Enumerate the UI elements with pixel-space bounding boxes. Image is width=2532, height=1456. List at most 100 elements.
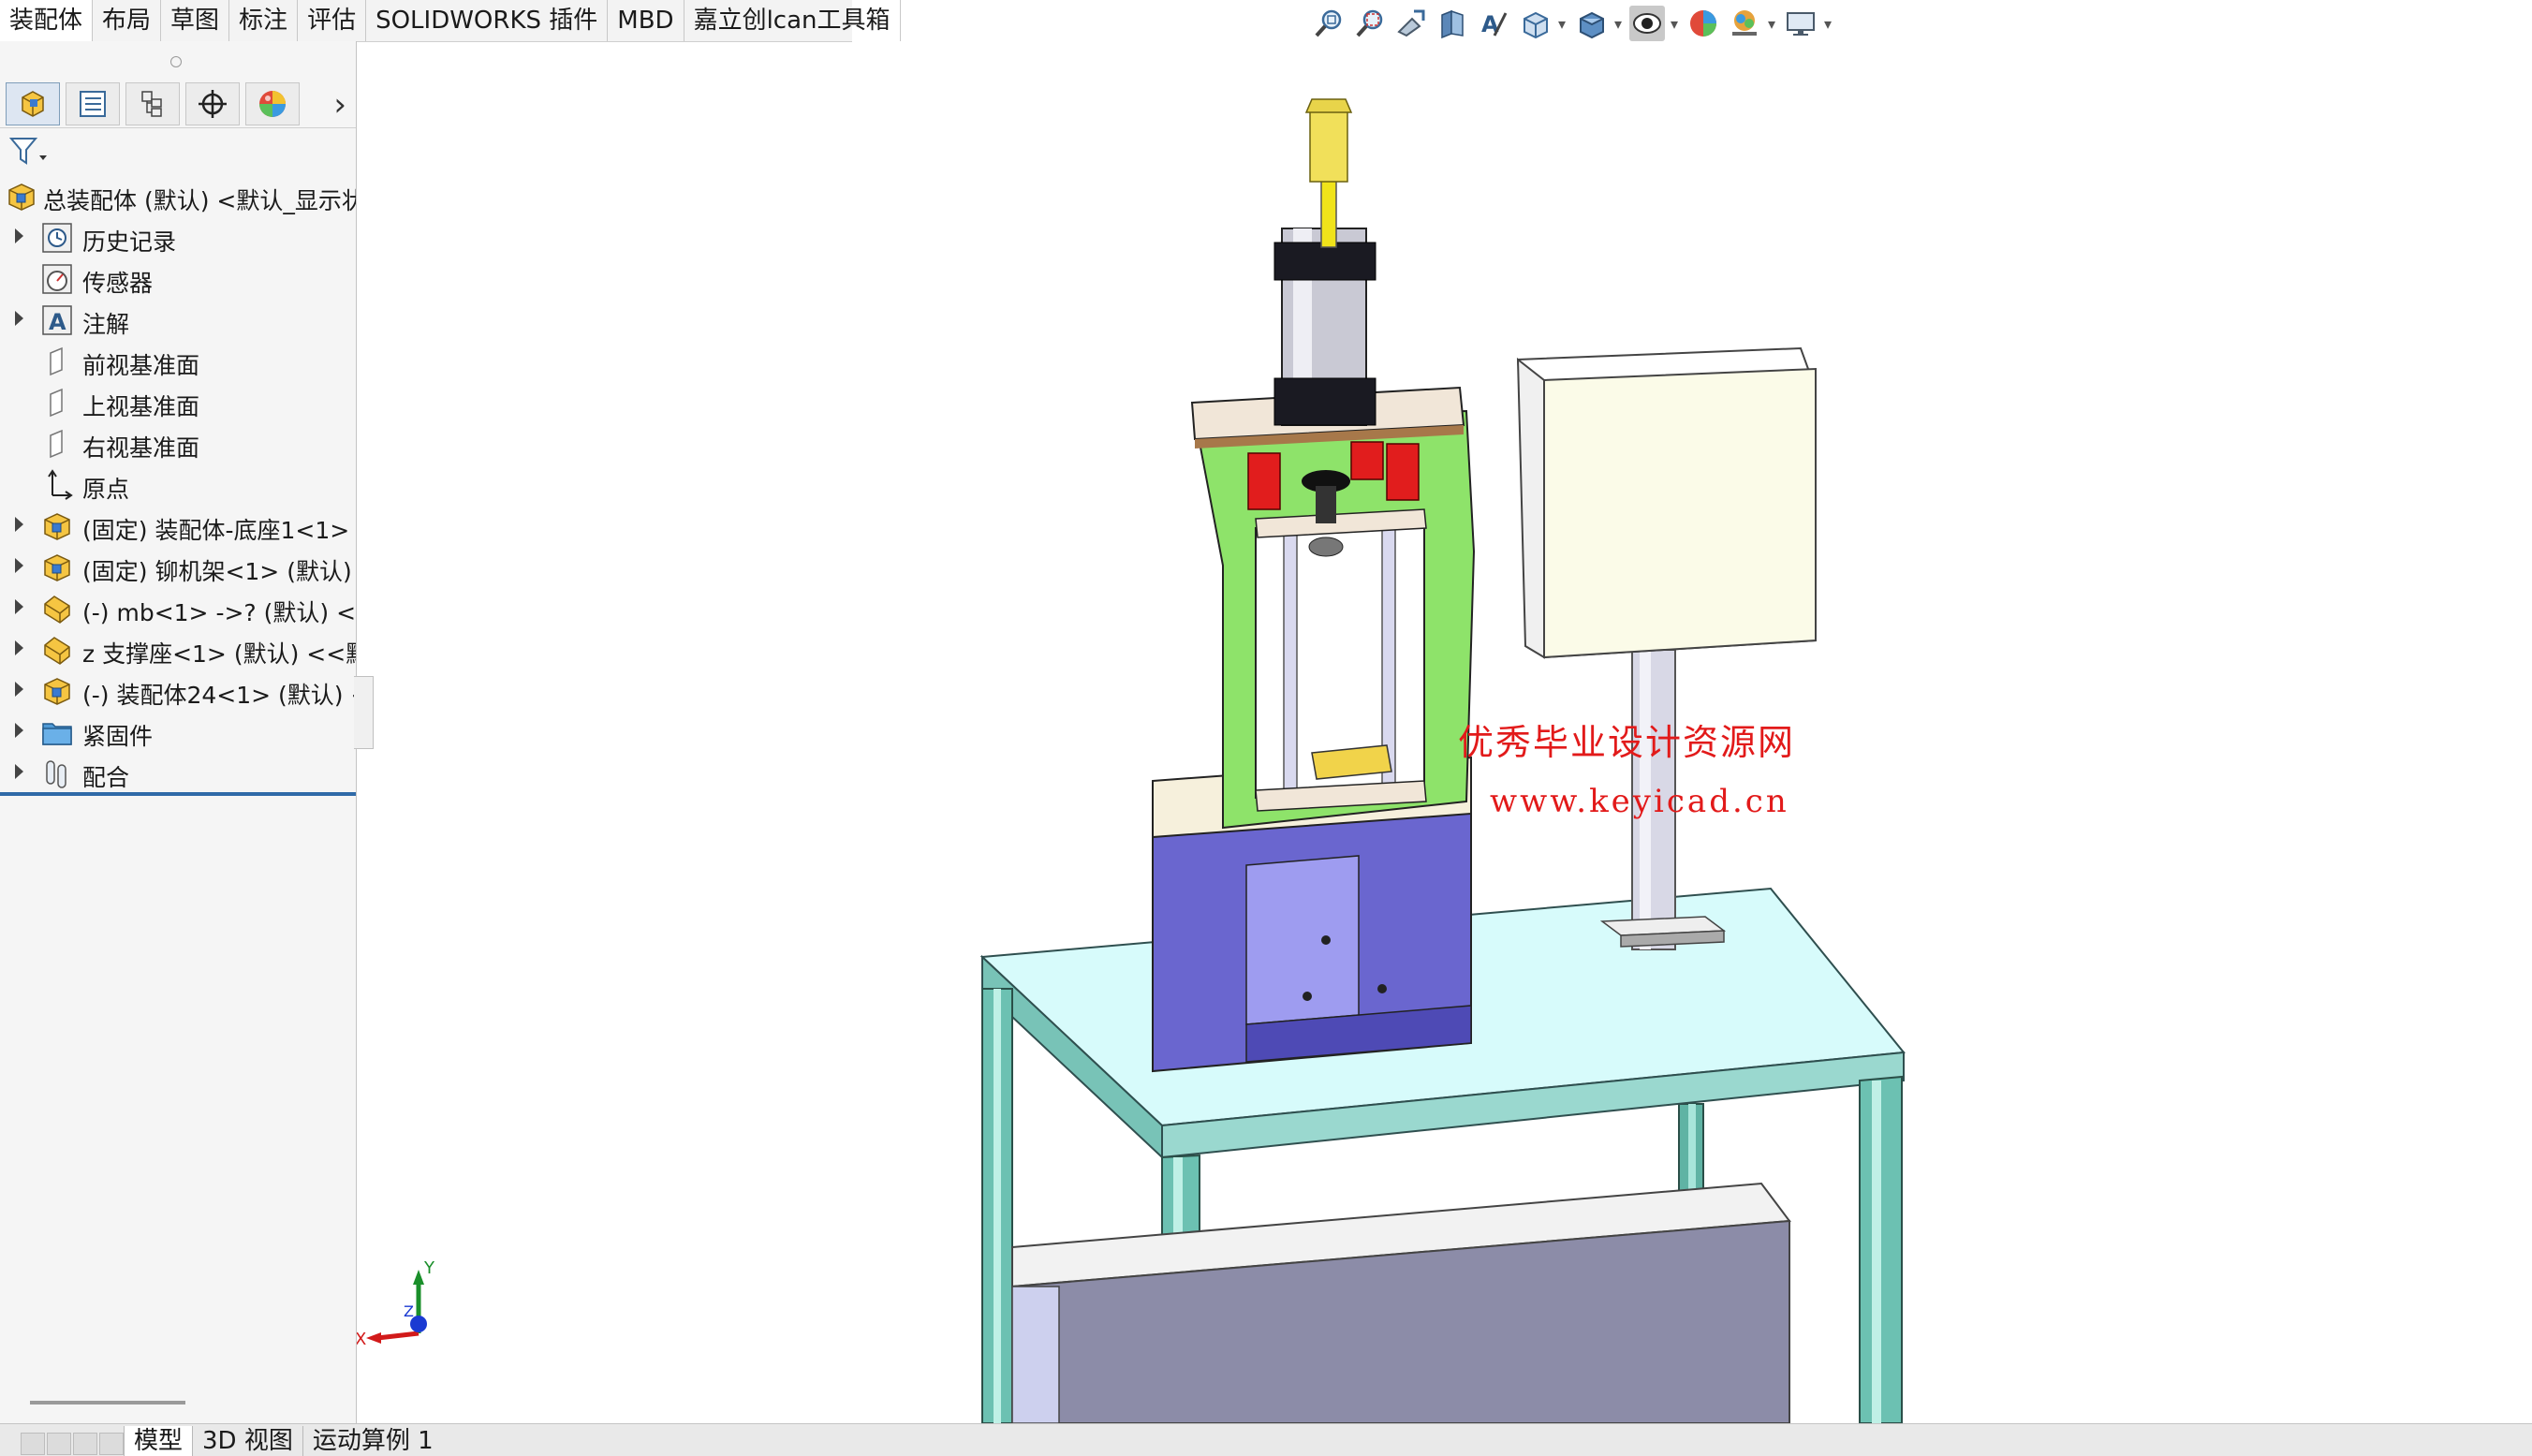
tab-model[interactable]: 模型 [124,1426,193,1456]
lower-cabinet [1011,1182,1791,1423]
view-settings-dropdown-icon[interactable]: ▾ [1824,15,1833,33]
last-tab-arrow-icon[interactable] [99,1433,124,1455]
tab-solidworks-addins[interactable]: SOLIDWORKS 插件 [366,0,609,41]
view-orientation-icon[interactable] [1517,6,1553,41]
tree-item-label: 原点 [82,476,130,503]
tree-item-rivet-frame[interactable]: (固定) 铆机架<1> (默认) <<默认>_显示状态 1> [0,547,356,588]
annotation-icon: A [41,304,75,336]
zoom-to-area-icon[interactable] [1352,6,1388,41]
tab-jlc-toolbox[interactable]: 嘉立创lcan工具箱 [685,0,901,41]
expand-arrow-icon[interactable] [15,228,23,243]
tree-item-right-plane[interactable]: 右视基准面 [0,423,356,464]
expand-arrow-icon[interactable] [15,517,23,532]
subassembly-icon [41,552,75,583]
tree-item-sensors[interactable]: 传感器 [0,258,356,300]
cad-model-render: Y X Z [357,98,1906,1423]
tree-item-base-assembly[interactable]: (固定) 装配体-底座1<1> (默认<显示状态-1>) [0,506,356,547]
display-style-dropdown-icon[interactable]: ▾ [1614,15,1624,33]
tree-item-annotations[interactable]: A 注解 [0,300,356,341]
dynamic-annotation-icon[interactable]: A [1476,6,1511,41]
expand-arrow-icon[interactable] [15,311,23,326]
expand-arrow-icon[interactable] [15,558,23,573]
plane-icon [41,346,75,377]
tree-item-origin[interactable]: 原点 [0,464,356,506]
watermark-title: 优秀毕业设计资源网 [1458,722,1796,763]
expand-arrow-icon[interactable] [15,723,23,738]
expand-arrow-icon[interactable] [15,764,23,779]
tree-item-front-plane[interactable]: 前视基准面 [0,341,356,382]
part-icon [41,634,75,666]
tree-rollback-bar[interactable] [0,792,356,796]
edit-appearance-icon[interactable] [1686,6,1721,41]
tree-item-mb-part[interactable]: (-) mb<1> ->? (默认) <<默认>_显示状态 1> [0,588,356,629]
previous-view-icon[interactable] [1393,6,1429,41]
feature-manager-tab[interactable] [6,82,60,125]
feature-tree: 总装配体 (默认) <默认_显示状态-1> 历史记录 传感器 A 注解 [0,176,356,794]
tree-item-label: 上视基准面 [82,393,200,420]
panel-horizontal-scrollbar[interactable] [30,1401,185,1405]
tree-item-label: (-) mb<1> ->? (默认) <<默认>_显示状态 1> [82,599,356,626]
view-orientation-dropdown-icon[interactable]: ▾ [1558,15,1568,33]
zoom-to-fit-icon[interactable] [1311,6,1347,41]
tree-item-mates[interactable]: 配合 [0,753,356,794]
tree-item-support-seat[interactable]: z 支撑座<1> (默认) <<默认>_显示状态 1> [0,629,356,670]
tree-item-top-plane[interactable]: 上视基准面 [0,382,356,423]
tree-item-label: 前视基准面 [82,352,200,379]
tree-item-assembly24[interactable]: (-) 装配体24<1> (默认) <默认_显示状态-1> [0,670,356,712]
expand-arrow-icon[interactable] [15,599,23,614]
sensor-icon [41,263,75,295]
display-style-icon[interactable] [1573,6,1609,41]
feature-manager-panel: › 总装配体 (默认) <默认_显示状态-1> 历史记录 传感器 [0,41,357,1423]
hide-show-items-icon[interactable] [1629,6,1665,41]
configuration-manager-tab[interactable] [125,82,180,125]
property-manager-tab[interactable] [66,82,120,125]
tab-scroll-arrows [21,1432,124,1456]
svg-text:A: A [49,309,66,335]
control-panel-stand [1516,346,1818,950]
press-frame [1190,386,1476,830]
display-manager-tab[interactable] [245,82,300,125]
watermark-url: www.keyicad.cn [1490,783,1789,820]
tree-filter-icon[interactable] [7,131,56,172]
panel-tab-strip: › [0,81,356,128]
view-settings-icon[interactable] [1783,6,1818,41]
tree-item-label: 传感器 [82,270,154,297]
history-icon [41,222,75,254]
apply-scene-icon[interactable] [1727,6,1762,41]
triad-y-label: Y [423,1258,435,1278]
tab-evaluate[interactable]: 评估 [298,0,367,41]
tab-layout[interactable]: 布局 [93,0,162,41]
expand-arrow-icon[interactable] [15,682,23,697]
subassembly-icon [41,510,75,542]
heads-up-view-toolbar: A ▾ ▾ ▾ ▾ ▾ [1311,4,1892,43]
tree-item-fasteners[interactable]: 紧固件 [0,712,356,753]
panel-collapse-grip[interactable] [170,56,182,67]
prev-tab-arrow-icon[interactable] [47,1433,71,1455]
tab-motion-study[interactable]: 运动算例 1 [302,1426,443,1456]
apply-scene-dropdown-icon[interactable]: ▾ [1768,15,1777,33]
graphics-area[interactable]: Y X Z 优秀毕业设计资源网 www.keyicad.cn [357,41,2532,1423]
section-view-icon[interactable] [1435,6,1470,41]
tree-root-assembly[interactable]: 总装配体 (默认) <默认_显示状态-1> [0,176,356,217]
tree-root-label: 总装配体 (默认) <默认_显示状态-1> [43,187,356,214]
tab-3d-views[interactable]: 3D 视图 [192,1426,302,1456]
command-manager-tabs: 装配体 布局 草图 标注 评估 SOLIDWORKS 插件 MBD 嘉立创lca… [0,0,901,43]
tree-item-label: (固定) 装配体-底座1<1> (默认<显示状态-1>) [82,517,356,544]
tree-item-label: (固定) 铆机架<1> (默认) <<默认>_显示状态 1> [82,558,356,585]
next-tab-arrow-icon[interactable] [73,1433,97,1455]
origin-icon [41,469,75,501]
triad-z-label: Z [404,1302,414,1320]
tab-mbd[interactable]: MBD [608,0,685,41]
tree-item-label: 配合 [82,764,130,791]
expand-arrow-icon[interactable] [15,640,23,655]
pneumatic-cylinder [1273,98,1376,426]
more-tabs-chevron-icon[interactable]: › [333,86,346,124]
tab-assembly[interactable]: 装配体 [0,0,94,43]
tab-sketch[interactable]: 草图 [161,0,230,41]
subassembly-icon [41,675,75,707]
tree-item-history[interactable]: 历史记录 [0,217,356,258]
dimxpert-manager-tab[interactable] [185,82,240,125]
tab-markup[interactable]: 标注 [229,0,299,41]
first-tab-arrow-icon[interactable] [21,1433,45,1455]
hide-show-dropdown-icon[interactable]: ▾ [1671,15,1680,33]
